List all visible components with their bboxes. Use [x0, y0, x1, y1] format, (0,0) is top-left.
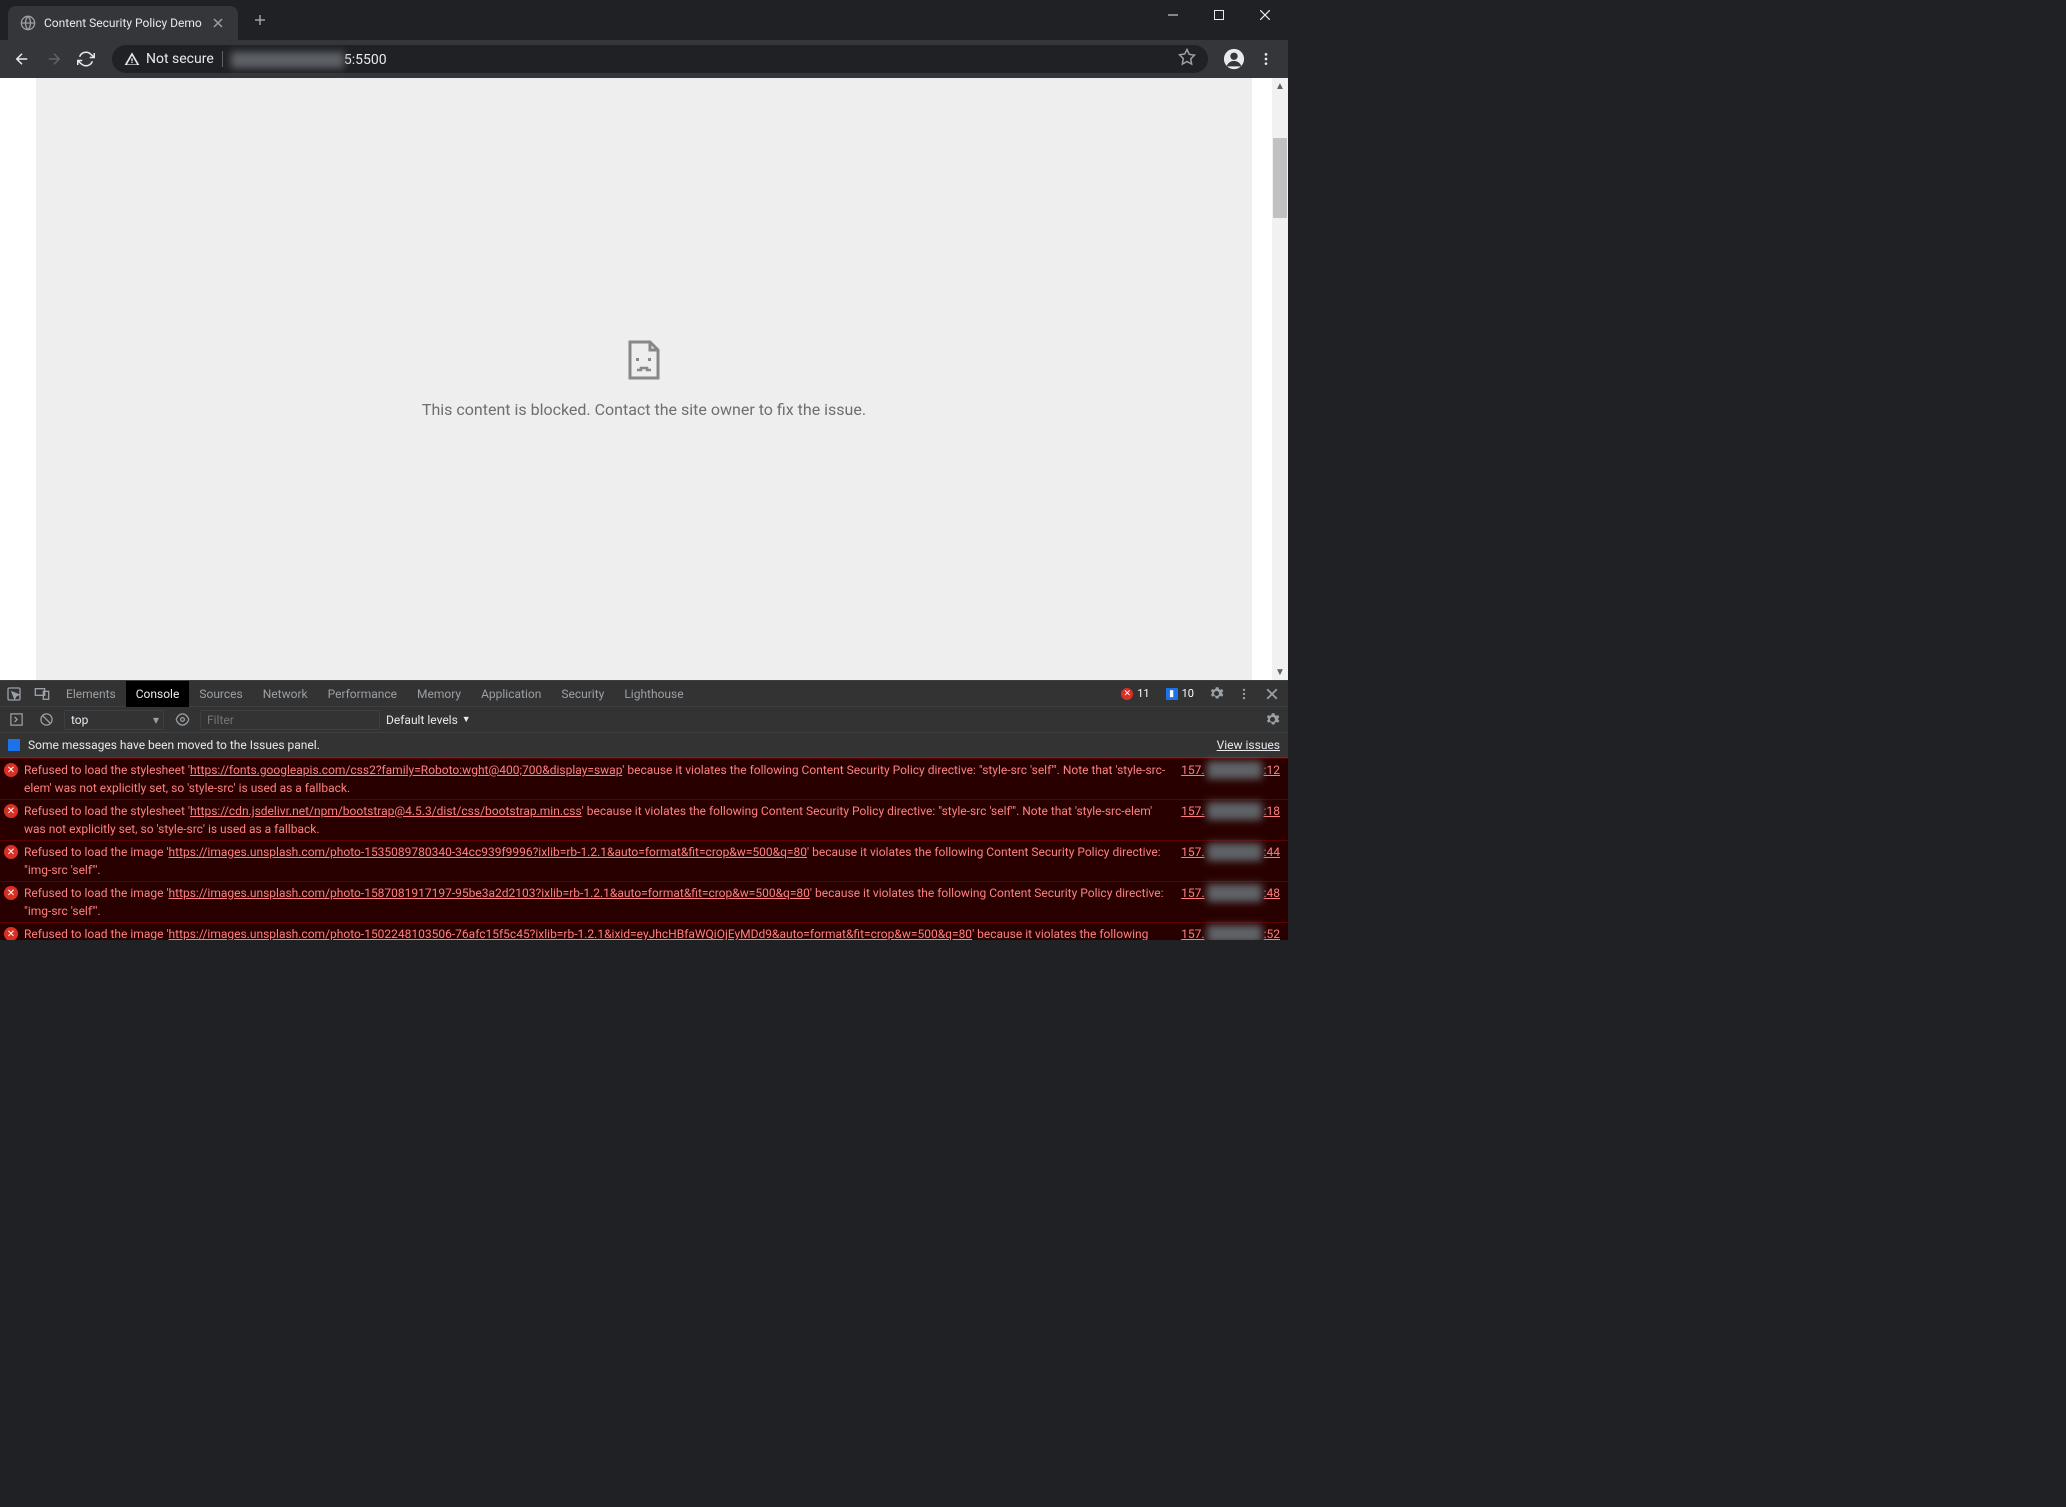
error-count-badge[interactable]: ✕11 [1115, 686, 1155, 701]
error-source-link[interactable]: 157.██████:52 [1181, 925, 1280, 940]
browser-tab[interactable]: Content Security Policy Demo [8, 6, 238, 40]
security-label: Not secure [146, 51, 214, 67]
profile-button[interactable] [1220, 45, 1248, 73]
error-icon: ✕ [4, 804, 18, 818]
info-count-badge[interactable]: ▮10 [1160, 686, 1200, 701]
devtools-tab-performance[interactable]: Performance [318, 681, 407, 707]
reload-button[interactable] [72, 45, 100, 73]
address-bar[interactable]: Not secure ███████████5:5500 [112, 45, 1208, 73]
close-window-button[interactable] [1242, 0, 1288, 30]
console-output[interactable]: Some messages have been moved to the Iss… [0, 733, 1288, 940]
error-source-link[interactable]: 157.██████:44 [1181, 843, 1280, 861]
kebab-icon[interactable] [1232, 682, 1256, 706]
error-message: Refused to load the stylesheet 'https://… [24, 802, 1175, 838]
forward-button[interactable] [40, 45, 68, 73]
context-selector[interactable]: top [64, 710, 164, 730]
tab-title: Content Security Policy Demo [44, 16, 202, 30]
menu-button[interactable] [1252, 45, 1280, 73]
window-controls [1150, 0, 1288, 30]
devtools-tab-console[interactable]: Console [126, 681, 190, 707]
error-icon: ✕ [4, 763, 18, 777]
scrollbar-thumb[interactable] [1273, 138, 1287, 218]
devtools-tab-security[interactable]: Security [551, 681, 614, 707]
error-url-link[interactable]: https://fonts.googleapis.com/css2?family… [190, 763, 622, 777]
view-issues-link[interactable]: View issues [1217, 736, 1280, 754]
issues-icon [8, 739, 20, 751]
error-source-link[interactable]: 157.██████:12 [1181, 761, 1280, 779]
error-icon: ✕ [4, 886, 18, 900]
blocked-frame: This content is blocked. Contact the sit… [36, 78, 1252, 680]
broken-page-icon [626, 340, 662, 380]
devtools-tab-lighthouse[interactable]: Lighthouse [614, 681, 693, 707]
error-url-link[interactable]: https://images.unsplash.com/photo-150224… [169, 927, 973, 940]
new-tab-button[interactable] [246, 6, 274, 34]
error-url-link[interactable]: https://cdn.jsdelivr.net/npm/bootstrap@4… [190, 804, 582, 818]
tabs-area: Content Security Policy Demo [0, 0, 274, 40]
device-icon[interactable] [28, 686, 56, 702]
error-url-link[interactable]: https://images.unsplash.com/photo-153508… [169, 845, 807, 859]
url-text: ███████████5:5500 [231, 51, 387, 68]
clear-console-icon[interactable] [34, 708, 58, 732]
close-icon[interactable] [210, 15, 226, 31]
error-message: Refused to load the image 'https://image… [24, 925, 1175, 940]
divider [222, 51, 223, 67]
filter-input[interactable] [200, 710, 380, 730]
issues-message: Some messages have been moved to the Iss… [28, 736, 320, 754]
page-content: This content is blocked. Contact the sit… [0, 78, 1288, 680]
devtools-close-icon[interactable] [1260, 682, 1284, 706]
error-message: Refused to load the image 'https://image… [24, 843, 1175, 879]
error-message: Refused to load the image 'https://image… [24, 884, 1175, 920]
scroll-down-icon[interactable]: ▼ [1272, 664, 1288, 680]
warning-icon [124, 51, 140, 67]
devtools-panel: ElementsConsoleSourcesNetworkPerformance… [0, 680, 1288, 940]
error-url-link[interactable]: https://images.unsplash.com/photo-158708… [169, 886, 810, 900]
devtools-tab-sources[interactable]: Sources [189, 681, 252, 707]
console-error-row: ✕ Refused to load the image 'https://imag… [0, 922, 1288, 940]
maximize-button[interactable] [1196, 0, 1242, 30]
devtools-tab-application[interactable]: Application [471, 681, 551, 707]
console-error-row: ✕ Refused to load the image 'https://imag… [0, 881, 1288, 922]
error-icon: ✕ [4, 845, 18, 859]
scrollbar[interactable]: ▲ ▼ [1272, 78, 1288, 680]
error-source-link[interactable]: 157.██████:48 [1181, 884, 1280, 902]
minimize-button[interactable] [1150, 0, 1196, 30]
console-error-row: ✕ Refused to load the stylesheet 'https:/… [0, 758, 1288, 799]
devtools-tabbar: ElementsConsoleSourcesNetworkPerformance… [0, 681, 1288, 707]
devtools-tab-network[interactable]: Network [253, 681, 318, 707]
console-settings-icon[interactable] [1260, 708, 1284, 732]
scroll-up-icon[interactable]: ▲ [1272, 78, 1288, 94]
inspect-icon[interactable] [0, 686, 28, 702]
window-titlebar: Content Security Policy Demo [0, 0, 1288, 40]
gear-icon[interactable] [1204, 682, 1228, 706]
console-error-row: ✕ Refused to load the image 'https://imag… [0, 840, 1288, 881]
console-error-row: ✕ Refused to load the stylesheet 'https:/… [0, 799, 1288, 840]
devtools-tab-memory[interactable]: Memory [407, 681, 471, 707]
globe-icon [20, 15, 36, 31]
error-message: Refused to load the stylesheet 'https://… [24, 761, 1175, 797]
error-icon: ✕ [4, 927, 18, 940]
blocked-message: This content is blocked. Contact the sit… [422, 400, 866, 419]
back-button[interactable] [8, 45, 36, 73]
console-sidebar-icon[interactable] [4, 708, 28, 732]
console-toolbar: top Default levels▼ [0, 707, 1288, 733]
browser-toolbar: Not secure ███████████5:5500 [0, 40, 1288, 78]
devtools-tab-elements[interactable]: Elements [56, 681, 126, 707]
security-chip[interactable]: Not secure [124, 51, 214, 67]
issues-notice: Some messages have been moved to the Iss… [0, 733, 1288, 758]
log-levels-selector[interactable]: Default levels▼ [386, 713, 471, 727]
error-source-link[interactable]: 157.██████:18 [1181, 802, 1280, 820]
live-expression-icon[interactable] [170, 708, 194, 732]
bookmark-icon[interactable] [1178, 48, 1196, 70]
